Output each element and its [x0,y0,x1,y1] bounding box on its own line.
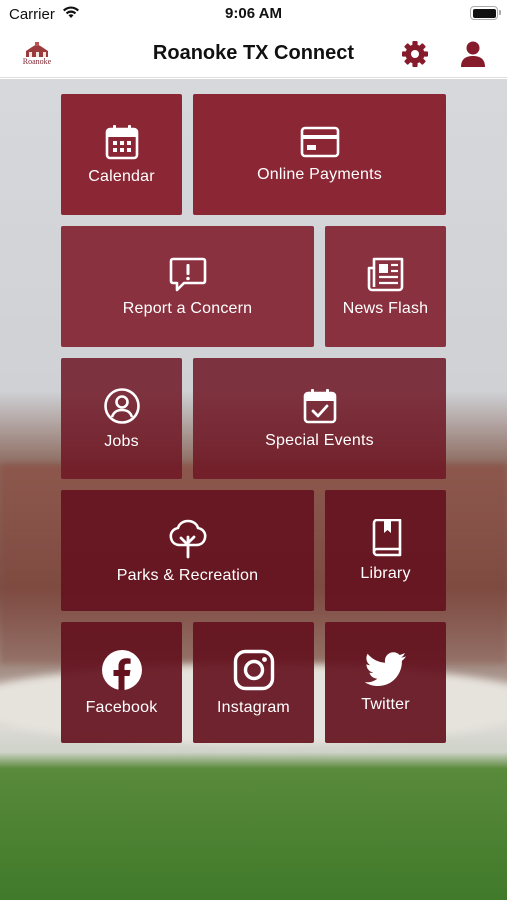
tile-label: Special Events [265,431,374,449]
tile-special-events[interactable]: Special Events [193,358,446,479]
page-title: Roanoke TX Connect [152,42,355,64]
alert-message-icon [169,257,206,291]
credit-card-icon [300,126,339,157]
user-circle-icon [103,387,140,424]
tile-calendar[interactable]: Calendar [61,94,182,215]
instagram-icon [233,649,274,690]
profile-button[interactable] [458,39,488,69]
tile-facebook[interactable]: Facebook [61,622,182,743]
twitter-icon [364,651,406,686]
book-icon [372,518,401,556]
tile-label: Report a Concern [122,299,253,317]
status-bar: Carrier 9:06 AM [0,0,507,30]
user-icon [461,41,485,67]
tile-label: Instagram [217,698,290,716]
gear-icon [402,41,428,67]
tile-news-flash[interactable]: News Flash [325,226,446,347]
tile-grid: Calendar Online Payments Report a Concer… [0,79,507,900]
tile-label: Online Payments [257,165,382,183]
newspaper-icon [367,257,403,291]
calendar-icon [105,124,138,159]
tile-label: Facebook [85,698,158,716]
tile-label: News Flash [342,299,429,317]
tile-library[interactable]: Library [325,490,446,611]
tile-label: Library [360,564,411,582]
facebook-icon [101,649,142,690]
tile-online-payments[interactable]: Online Payments [193,94,446,215]
tile-parks-recreation[interactable]: Parks & Recreation [61,490,314,611]
calendar-check-icon [303,388,336,423]
tile-instagram[interactable]: Instagram [193,622,314,743]
tile-label: Jobs [104,432,139,450]
tile-report-concern[interactable]: Report a Concern [61,226,314,347]
tree-icon [169,519,206,558]
tile-label: Calendar [88,167,155,185]
nav-bar: Roanoke Roanoke TX Connect [0,30,507,78]
tile-jobs[interactable]: Jobs [61,358,182,479]
battery-icon [470,6,501,20]
tile-twitter[interactable]: Twitter [325,622,446,743]
settings-button[interactable] [400,39,430,69]
tile-label: Twitter [361,695,410,713]
tile-label: Parks & Recreation [116,566,259,584]
status-time: 9:06 AM [225,5,282,22]
